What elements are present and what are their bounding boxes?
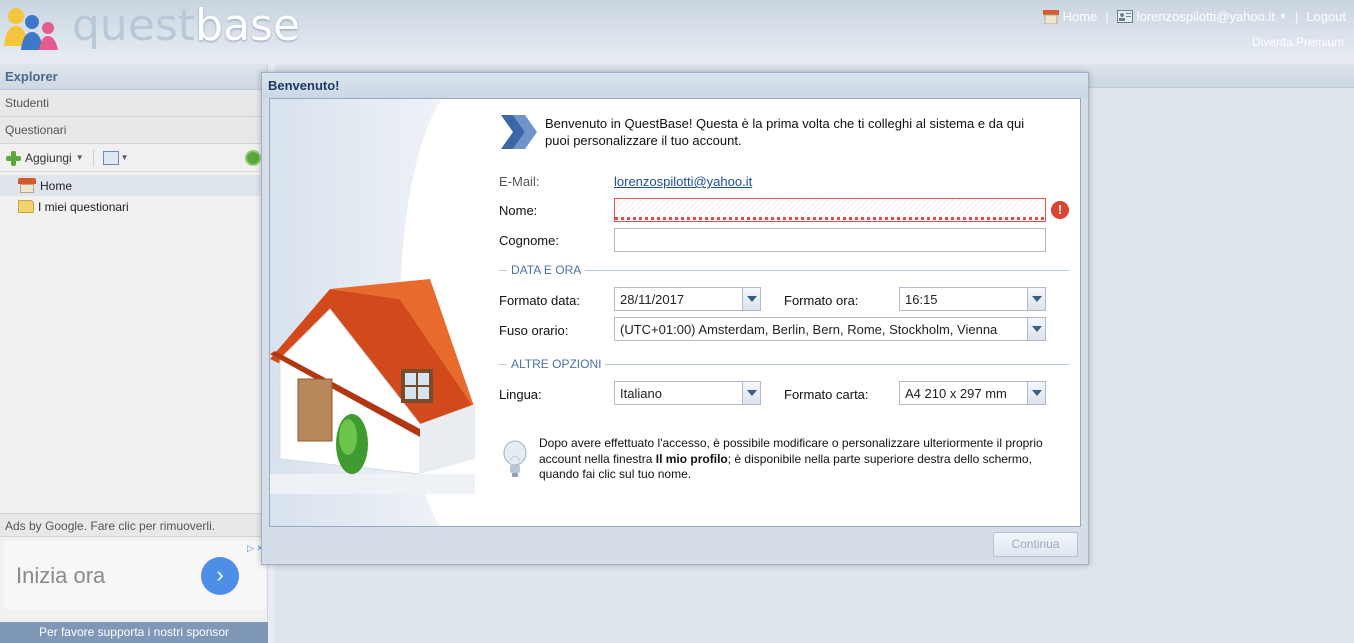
- tree-item-label: I miei questionari: [38, 199, 129, 214]
- user-menu[interactable]: lorenzospilotti@yahoo.it ▼: [1116, 9, 1287, 24]
- welcome-message: Benvenuto in QuestBase! Questa è la prim…: [545, 116, 1025, 148]
- section-date-time: DATA E ORA: [499, 263, 1069, 277]
- explorer-toolbar: Aggiungi ▼ ▼: [0, 144, 267, 172]
- add-button-label: Aggiungi: [25, 150, 72, 165]
- explorer-title: Explorer: [0, 64, 267, 90]
- chevron-down-icon[interactable]: [1027, 382, 1045, 404]
- sidebar-item-questionari[interactable]: Questionari: [0, 117, 267, 144]
- chevron-down-icon[interactable]: [1027, 318, 1045, 340]
- home-link[interactable]: Home: [1042, 9, 1098, 24]
- chevron-down-icon[interactable]: [1027, 288, 1045, 310]
- app-header: questbase Home | lorenzospilotti@yahoo.i…: [0, 0, 1354, 62]
- home-link-label: Home: [1062, 9, 1098, 24]
- section-other-options: ALTRE OPZIONI: [499, 357, 1069, 371]
- header-separator: |: [1105, 9, 1109, 24]
- dialog-title: Benvenuto!: [262, 73, 1088, 98]
- time-format-select[interactable]: 16:15: [899, 287, 1046, 311]
- chevron-down-icon[interactable]: [742, 382, 760, 404]
- ads-label[interactable]: Ads by Google. Fare clic per rimuoverli.: [0, 513, 268, 537]
- date-format-select[interactable]: 28/11/2017: [614, 287, 761, 311]
- continue-button[interactable]: Continua: [993, 532, 1078, 557]
- home-icon: [18, 178, 36, 193]
- dialog-side-illustration: [270, 99, 540, 526]
- folder-icon: [18, 200, 34, 213]
- cognome-label: Cognome:: [499, 233, 559, 248]
- tree-item-home[interactable]: Home: [0, 175, 267, 196]
- sponsor-bar: Per favore supporta i nostri sponsor: [0, 622, 268, 643]
- cognome-field[interactable]: [614, 228, 1046, 252]
- language-value: Italiano: [620, 386, 662, 401]
- tree-item-my-questionnaires[interactable]: I miei questionari: [0, 196, 267, 217]
- explorer-panel: Explorer Studenti Questionari Aggiungi ▼…: [0, 64, 268, 643]
- sidebar-item-studenti[interactable]: Studenti: [0, 90, 267, 117]
- header-separator: |: [1294, 9, 1299, 24]
- profile-tip: Dopo avere effettuato l'accesso, è possi…: [539, 436, 1069, 483]
- language-select[interactable]: Italiano: [614, 381, 761, 405]
- ad-arrow-button[interactable]: ›: [201, 557, 239, 595]
- user-card-icon: [1116, 10, 1133, 23]
- tree-item-label: Home: [40, 178, 73, 193]
- user-email-label: lorenzospilotti@yahoo.it: [1136, 9, 1275, 24]
- ad-text: Inizia ora: [16, 563, 106, 588]
- time-format-label: Formato ora:: [784, 293, 859, 308]
- timezone-select[interactable]: (UTC+01:00) Amsterdam, Berlin, Bern, Rom…: [614, 317, 1046, 341]
- logout-link[interactable]: Logout: [1306, 9, 1346, 24]
- error-icon: !: [1051, 201, 1069, 219]
- timezone-value: (UTC+01:00) Amsterdam, Berlin, Bern, Rom…: [620, 322, 998, 337]
- nome-label: Nome:: [499, 203, 538, 218]
- toolbar-divider: [92, 149, 94, 166]
- chevron-down-icon: ▼: [1278, 12, 1287, 21]
- dialog-body: Benvenuto in QuestBase! Questa è la prim…: [269, 98, 1081, 527]
- lightbulb-icon: [503, 440, 527, 477]
- paper-format-value: A4 210 x 297 mm: [905, 386, 1007, 401]
- plus-icon: [5, 150, 21, 166]
- ad-banner[interactable]: Inizia ora › ▷ ✕: [4, 541, 266, 609]
- tip-profile-link-text: Il mio profilo: [655, 451, 728, 466]
- section-title: ALTRE OPZIONI: [507, 357, 606, 371]
- house-illustration-icon: [270, 279, 475, 494]
- time-format-value: 16:15: [905, 292, 938, 307]
- chevron-down-icon: ▼: [75, 153, 84, 162]
- section-title: DATA E ORA: [507, 263, 586, 277]
- language-label: Lingua:: [499, 387, 542, 402]
- date-format-label: Formato data:: [499, 293, 580, 308]
- home-icon: [1042, 9, 1059, 24]
- double-chevron-icon: [501, 115, 537, 149]
- date-format-value: 28/11/2017: [620, 292, 685, 307]
- nome-field[interactable]: [614, 198, 1046, 222]
- logo-wordmark: questbase: [72, 0, 300, 51]
- view-icon: [102, 150, 119, 165]
- premium-link[interactable]: Diventa Premium: [1252, 35, 1344, 49]
- view-menu-button[interactable]: ▼: [102, 150, 129, 165]
- explorer-tree: Home I miei questionari: [0, 172, 267, 217]
- header-links: Home | lorenzospilotti@yahoo.it ▼ | Logo…: [1042, 9, 1346, 24]
- questbase-logo[interactable]: questbase: [0, 0, 300, 62]
- timezone-label: Fuso orario:: [499, 323, 569, 338]
- people-logo-icon: [4, 8, 58, 50]
- email-label: E-Mail:: [499, 174, 540, 189]
- paper-format-select[interactable]: A4 210 x 297 mm: [899, 381, 1046, 405]
- paper-format-label: Formato carta:: [784, 387, 869, 402]
- chevron-down-icon[interactable]: [742, 288, 760, 310]
- add-button[interactable]: Aggiungi ▼: [5, 150, 84, 166]
- welcome-dialog: Benvenuto! Benvenuto in QuestBase! Quest…: [261, 72, 1089, 565]
- refresh-icon[interactable]: [245, 150, 261, 166]
- chevron-down-icon: ▼: [120, 153, 129, 162]
- email-link[interactable]: lorenzospilotti@yahoo.it: [614, 174, 752, 189]
